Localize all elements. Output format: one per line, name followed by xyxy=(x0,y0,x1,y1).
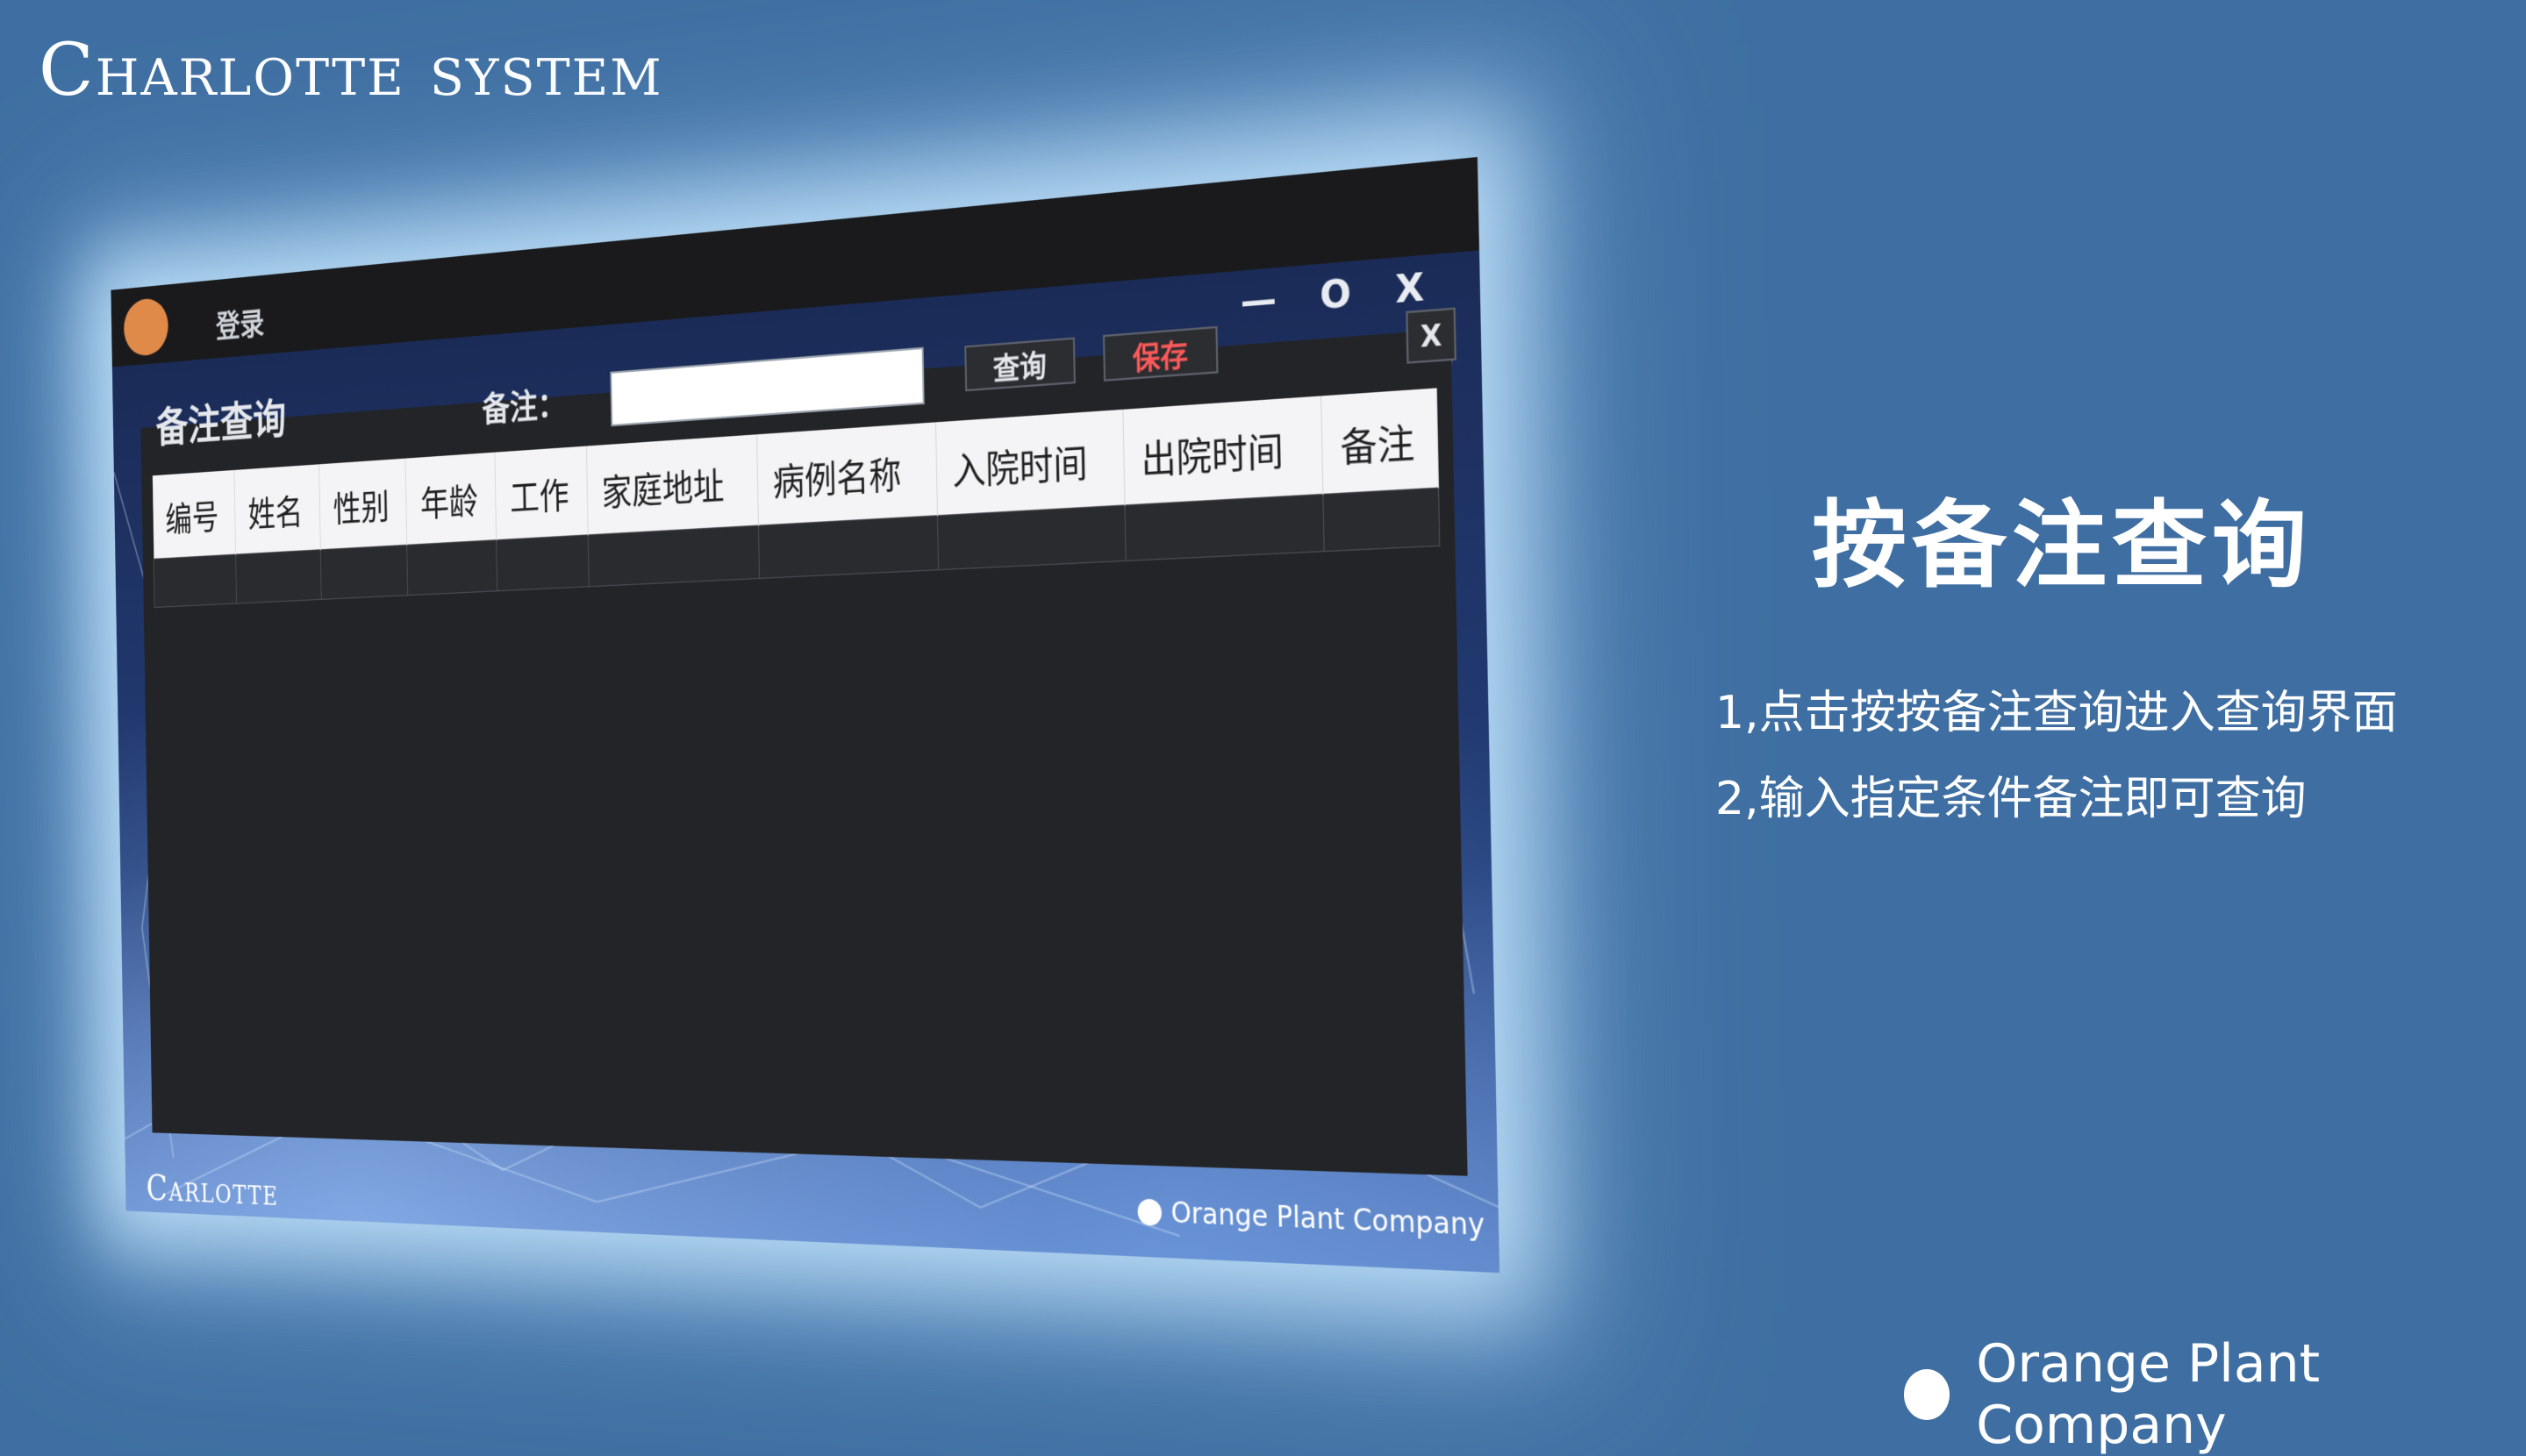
column-header-job[interactable]: 工作 xyxy=(494,446,589,540)
app-window: 登录 — O X ▭ 备注查询 备注： 查询 保存 X xyxy=(111,156,1500,1274)
table-cell[interactable] xyxy=(320,545,409,600)
remark-label: 备注： xyxy=(482,385,567,431)
column-header-address[interactable]: 家庭地址 xyxy=(586,434,759,535)
panel-heading: 备注查询 xyxy=(155,393,287,452)
table-cell[interactable] xyxy=(588,525,760,587)
company-mark: Orange Plant Company xyxy=(1904,1333,2526,1456)
column-header-age[interactable]: 年龄 xyxy=(405,452,497,546)
close-panel-button[interactable]: X xyxy=(1406,307,1456,364)
column-header-gender[interactable]: 性别 xyxy=(318,458,408,550)
column-header-admission-time[interactable]: 入院时间 xyxy=(935,409,1126,516)
step-2-text: 2,输入指定条件备注即可查询 xyxy=(1715,773,2307,825)
column-header-id[interactable]: 编号 xyxy=(152,469,236,560)
company-name: Orange Plant Company xyxy=(1976,1333,2321,1456)
slide-heading: 按备注查询 xyxy=(1812,491,2313,601)
brand-title: Charlotte system xyxy=(39,29,663,112)
table-cell[interactable] xyxy=(758,515,939,579)
table-cell[interactable] xyxy=(936,504,1127,570)
query-button[interactable]: 查询 xyxy=(964,337,1076,392)
column-header-remark[interactable]: 备注 xyxy=(1320,388,1439,495)
column-header-discharge-time[interactable]: 出院时间 xyxy=(1123,396,1324,505)
company-dot-icon xyxy=(1137,1197,1163,1226)
table-cell[interactable] xyxy=(1125,494,1325,561)
column-header-case-name[interactable]: 病例名称 xyxy=(756,422,937,526)
save-button[interactable]: 保存 xyxy=(1102,325,1219,382)
step-1-text: 1,点击按按备注查询进入查询界面 xyxy=(1715,687,2398,739)
table-cell[interactable] xyxy=(496,534,590,591)
orange-logo-icon xyxy=(123,296,169,358)
login-label[interactable]: 登录 xyxy=(216,298,265,346)
table-cell[interactable] xyxy=(235,549,322,604)
table-cell[interactable] xyxy=(1323,488,1440,552)
app-brand: Carlotte xyxy=(146,1167,280,1215)
table-cell[interactable] xyxy=(154,554,237,608)
table-cell[interactable] xyxy=(407,539,497,596)
company-dot-icon xyxy=(1904,1369,1950,1420)
column-header-name[interactable]: 姓名 xyxy=(234,464,321,555)
app-window-stage: 登录 — O X ▭ 备注查询 备注： 查询 保存 X xyxy=(111,156,1566,1274)
